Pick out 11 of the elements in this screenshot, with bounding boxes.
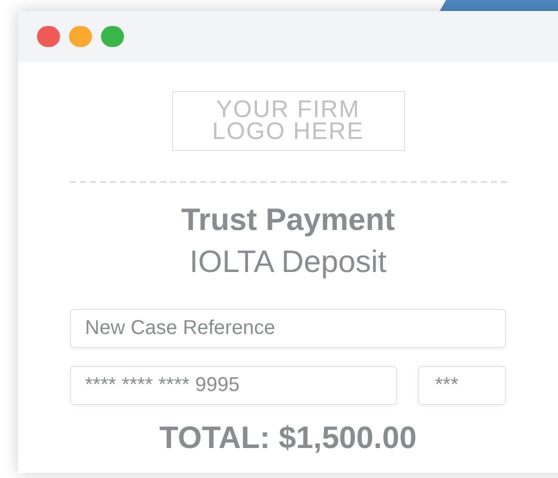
card-number-field[interactable]: **** **** **** 9995 xyxy=(70,366,397,405)
cvv-field[interactable]: *** xyxy=(418,366,506,405)
logo-text: LOGO HERE xyxy=(212,121,364,143)
payment-subtitle: IOLTA Deposit xyxy=(190,243,386,281)
window-control[interactable] xyxy=(101,26,124,47)
total-amount: TOTAL: $1,500.00 xyxy=(159,419,417,457)
payment-title: Trust Payment xyxy=(181,201,395,239)
logo-text: YOUR FIRM xyxy=(216,99,360,121)
window-control[interactable] xyxy=(69,26,92,47)
window-control[interactable] xyxy=(37,26,60,47)
case-reference-field[interactable]: New Case Reference xyxy=(70,309,506,348)
